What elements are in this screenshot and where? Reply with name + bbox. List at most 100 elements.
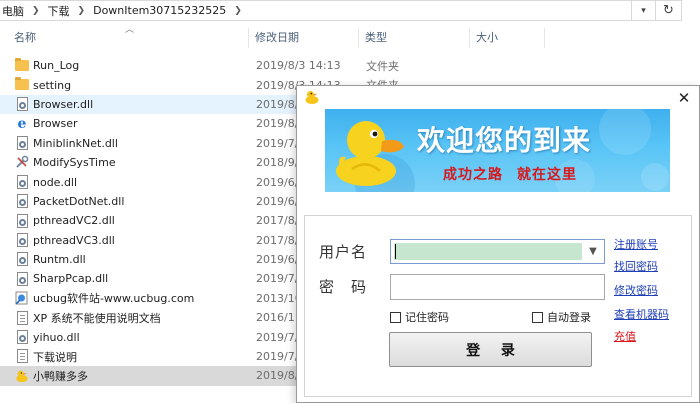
- duck-app-icon: [305, 90, 319, 104]
- checkbox-box[interactable]: [390, 311, 401, 323]
- dll-file-icon: [15, 194, 29, 209]
- file-row[interactable]: SharpPcap.dll 2019/7/: [0, 269, 300, 288]
- change-password-link[interactable]: 修改密码: [614, 282, 658, 298]
- tools-icon: [15, 155, 29, 170]
- file-row[interactable]: Browser.dll 2019/8/: [0, 94, 300, 115]
- file-row[interactable]: Runtm.dll 2019/6/: [0, 250, 300, 269]
- file-modified-date: 2019/8/: [256, 369, 299, 383]
- breadcrumb-separator-icon[interactable]: ❯: [78, 6, 86, 16]
- url-shortcut-icon: [15, 291, 29, 306]
- file-modified-date: 2019/7/: [256, 272, 299, 286]
- username-combobox[interactable]: ▼: [390, 239, 605, 264]
- slogan-left: 成功之路: [443, 167, 503, 183]
- ie-browser-icon: e: [17, 115, 27, 132]
- file-modified-date: 2017/8/: [256, 214, 299, 228]
- file-name[interactable]: XP 系统不能使用说明文档: [33, 310, 161, 326]
- file-modified-date: 2018/9/: [256, 156, 299, 170]
- file-name[interactable]: pthreadVC3.dll: [33, 234, 115, 247]
- remember-password-checkbox[interactable]: 记住密码: [390, 309, 449, 325]
- username-input[interactable]: [394, 243, 582, 260]
- file-modified-date: 2019/8/3 14:13: [256, 59, 341, 73]
- file-name[interactable]: pthreadVC2.dll: [33, 214, 115, 227]
- file-modified-date: 2019/6/: [256, 175, 299, 189]
- file-name[interactable]: SharpPcap.dll: [33, 272, 108, 285]
- file-name[interactable]: node.dll: [33, 176, 77, 189]
- breadcrumb-computer[interactable]: 电脑: [2, 3, 24, 19]
- duck-app-icon: [15, 368, 29, 383]
- file-name[interactable]: Browser.dll: [33, 98, 93, 111]
- breadcrumb-separator-icon[interactable]: ❯: [234, 6, 242, 16]
- dialog-titlebar[interactable]: ✕: [297, 86, 699, 109]
- username-label: 用户名: [319, 243, 368, 261]
- dll-file-icon: [15, 252, 29, 267]
- checkbox-box[interactable]: [532, 311, 543, 323]
- file-row[interactable]: XP 系统不能使用说明文档 2016/11: [0, 308, 302, 327]
- file-row[interactable]: pthreadVC3.dll 2017/8/: [0, 231, 300, 250]
- view-machine-code-link[interactable]: 查看机器码: [614, 306, 669, 322]
- file-row[interactable]: ModifySysTime 2018/9/: [0, 153, 300, 172]
- recover-password-link[interactable]: 找回密码: [614, 258, 658, 274]
- folder-icon: [15, 77, 29, 92]
- dll-file-icon: [15, 136, 29, 151]
- dll-file-icon: [15, 174, 29, 189]
- text-file-icon: [15, 349, 29, 364]
- file-row[interactable]: Run_Log 2019/8/3 14:13 文件夹: [0, 56, 399, 75]
- file-row[interactable]: e Browser 2019/8/: [0, 114, 300, 133]
- address-bar[interactable]: 电脑 ❯ 下载 ❯ DownItem30715232525 ❯: [0, 0, 632, 21]
- file-name[interactable]: ModifySysTime: [33, 156, 116, 169]
- file-row[interactable]: 小鸭赚多多 2019/8/: [0, 366, 300, 386]
- file-row[interactable]: 下载说明 2019/7/: [0, 347, 300, 366]
- column-header-size[interactable]: 大小: [470, 26, 498, 50]
- file-list: Run_Log 2019/8/3 14:13 文件夹 setting 2019/8/3 …: [0, 56, 399, 386]
- auto-login-checkbox[interactable]: 自动登录: [532, 309, 591, 325]
- login-dialog: ✕ 欢迎您的到来 成功之路 就在这里 用户名 ▼ 密 码 记住密码 自动登录 登…: [296, 85, 700, 403]
- password-label: 密 码: [319, 278, 368, 296]
- register-link[interactable]: 注册账号: [614, 236, 658, 252]
- file-name[interactable]: yihuo.dll: [33, 331, 80, 344]
- slogan-right: 就在这里: [517, 167, 577, 183]
- file-name[interactable]: setting: [33, 79, 71, 92]
- password-input[interactable]: [390, 274, 605, 300]
- breadcrumb-current-folder[interactable]: DownItem30715232525: [93, 4, 226, 17]
- refresh-icon[interactable]: ↻: [656, 0, 682, 21]
- login-button[interactable]: 登 录: [389, 332, 592, 367]
- welcome-title: 欢迎您的到来: [417, 124, 592, 157]
- file-modified-date: 2013/10: [256, 291, 302, 305]
- file-name[interactable]: PacketDotNet.dll: [33, 195, 124, 208]
- file-row[interactable]: MiniblinkNet.dll 2019/7/: [0, 134, 300, 153]
- chevron-down-icon[interactable]: ▼: [584, 242, 602, 261]
- welcome-banner: 欢迎您的到来 成功之路 就在这里: [325, 109, 670, 192]
- column-header-date[interactable]: 修改日期: [249, 26, 299, 50]
- address-history-dropdown-icon[interactable]: ▾: [632, 0, 656, 21]
- file-row[interactable]: node.dll 2019/6/: [0, 172, 300, 191]
- file-name[interactable]: Run_Log: [33, 59, 79, 72]
- file-name[interactable]: Browser: [33, 117, 78, 130]
- file-name[interactable]: Runtm.dll: [33, 253, 86, 266]
- file-row[interactable]: PacketDotNet.dll 2019/6/: [0, 192, 300, 211]
- remember-password-label[interactable]: 记住密码: [405, 309, 449, 325]
- file-modified-date: 2019/8/: [256, 117, 299, 131]
- file-modified-date: 2019/7/: [256, 136, 299, 150]
- file-type: 文件夹: [366, 59, 399, 73]
- file-modified-date: 2019/7/: [256, 350, 299, 364]
- dll-file-icon: [15, 271, 29, 286]
- file-name[interactable]: ucbug软件站-www.ucbug.com: [33, 290, 194, 306]
- file-modified-date: 2016/11: [256, 311, 302, 325]
- column-header-name[interactable]: 名称: [8, 26, 36, 50]
- column-header-type[interactable]: 类型: [359, 26, 387, 50]
- close-button[interactable]: ✕: [669, 86, 699, 109]
- file-name[interactable]: 下载说明: [33, 349, 77, 365]
- dll-file-icon: [15, 97, 29, 112]
- auto-login-label[interactable]: 自动登录: [547, 309, 591, 325]
- file-row[interactable]: ucbug软件站-www.ucbug.com 2013/10: [0, 289, 302, 308]
- file-name[interactable]: MiniblinkNet.dll: [33, 137, 118, 150]
- breadcrumb-downloads[interactable]: 下载: [48, 3, 70, 19]
- recharge-link[interactable]: 充值: [614, 328, 636, 344]
- file-name[interactable]: 小鸭赚多多: [33, 368, 88, 384]
- column-divider[interactable]: [544, 28, 545, 48]
- file-row[interactable]: pthreadVC2.dll 2017/8/: [0, 211, 300, 230]
- file-row[interactable]: yihuo.dll 2019/7/: [0, 327, 300, 346]
- file-modified-date: 2019/7/: [256, 330, 299, 344]
- breadcrumb-separator-icon[interactable]: ❯: [32, 6, 40, 16]
- file-row[interactable]: setting2019/8/3 14:13文件夹: [0, 75, 399, 94]
